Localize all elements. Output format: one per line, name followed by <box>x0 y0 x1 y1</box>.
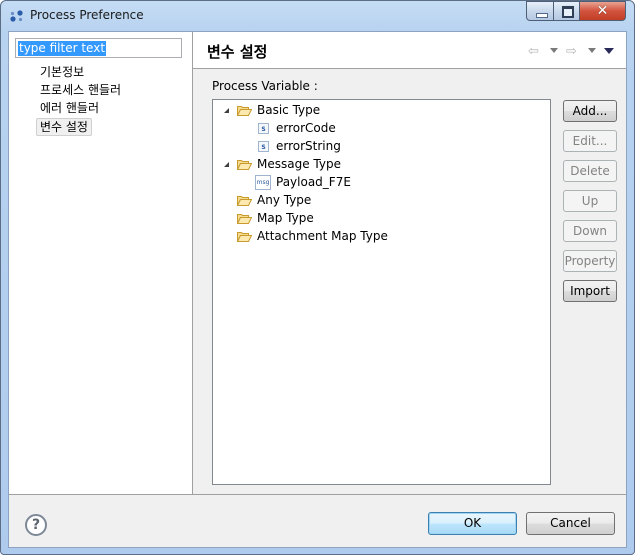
tree-node-label: Any Type <box>257 193 312 207</box>
expanded-triangle-icon[interactable] <box>224 162 229 167</box>
tree-node-label: errorString <box>276 139 341 153</box>
folder-open-icon <box>237 196 252 206</box>
view-menu-icon[interactable] <box>604 48 614 54</box>
tree-node-label: errorCode <box>276 121 336 135</box>
preference-sidebar: type filter text 기본정보 프로세스 핸들러 에러 핸들러 변수… <box>9 32 193 494</box>
sidebar-item-error-handler[interactable]: 에러 핸들러 <box>37 100 102 116</box>
folder-open-icon <box>237 160 252 170</box>
close-icon: ✕ <box>596 3 609 19</box>
close-button[interactable]: ✕ <box>579 1 626 21</box>
expanded-triangle-icon[interactable] <box>224 108 229 113</box>
ok-button[interactable]: OK <box>428 512 517 535</box>
window-title: Process Preference <box>30 8 144 22</box>
tree-node-label: Message Type <box>257 157 341 171</box>
maximize-button[interactable] <box>553 1 580 21</box>
tree-node-message-type[interactable]: Message Type <box>213 155 543 173</box>
add-button[interactable]: Add... <box>563 100 617 122</box>
filter-input-text: type filter text <box>18 41 107 56</box>
delete-button[interactable]: Delete <box>563 160 617 182</box>
import-button[interactable]: Import <box>563 280 617 302</box>
folder-open-icon <box>237 232 252 242</box>
sidebar-item-process-handler[interactable]: 프로세스 핸들러 <box>37 82 124 98</box>
help-icon[interactable]: ? <box>25 514 47 536</box>
tree-node-any-type[interactable]: Any Type <box>213 191 543 209</box>
app-icon <box>10 10 23 22</box>
tree-node-basic-type[interactable]: Basic Type <box>213 101 543 119</box>
process-preference-dialog: Process Preference ✕ type filter text 기본… <box>0 0 635 555</box>
sidebar-item-basic-info[interactable]: 기본정보 <box>37 64 87 80</box>
forward-arrow-icon[interactable]: ⇨ <box>566 44 577 59</box>
up-button[interactable]: Up <box>563 190 617 212</box>
back-history-dropdown-icon[interactable] <box>550 48 558 53</box>
tree-node-error-code[interactable]: s errorCode <box>213 119 543 137</box>
edit-button[interactable]: Edit... <box>563 130 617 152</box>
folder-open-icon <box>237 106 252 116</box>
process-variable-label: Process Variable : <box>212 79 318 93</box>
tree-node-map-type[interactable]: Map Type <box>213 209 543 227</box>
forward-history-dropdown-icon[interactable] <box>588 48 596 53</box>
message-variable-icon: msg <box>255 175 271 190</box>
preference-page: 변수 설정 ⇦ ⇨ Process Variable : Basic Type … <box>193 32 626 494</box>
tree-node-attachment-map-type[interactable]: Attachment Map Type <box>213 227 543 245</box>
dialog-footer: ? OK Cancel <box>9 494 626 550</box>
title-bar[interactable]: Process Preference ✕ <box>1 1 634 31</box>
tree-node-label: Basic Type <box>257 103 321 117</box>
tree-node-label: Map Type <box>257 211 314 225</box>
sidebar-item-variable-settings[interactable]: 변수 설정 <box>36 118 92 136</box>
page-header: 변수 설정 ⇦ ⇨ <box>193 32 626 69</box>
back-arrow-icon[interactable]: ⇦ <box>528 44 539 59</box>
tree-node-payload[interactable]: msg Payload_F7E <box>213 173 543 191</box>
property-button[interactable]: Property <box>563 250 617 272</box>
string-variable-icon: s <box>258 123 269 134</box>
minimize-button[interactable] <box>526 1 554 21</box>
tree-node-error-string[interactable]: s errorString <box>213 137 543 155</box>
down-button[interactable]: Down <box>563 220 617 242</box>
tree-node-label: Payload_F7E <box>276 175 351 189</box>
tree-node-label: Attachment Map Type <box>257 229 388 243</box>
folder-open-icon <box>237 214 252 224</box>
filter-input[interactable]: type filter text <box>15 38 182 58</box>
variable-tree[interactable]: Basic Type s errorCode s errorString Mes… <box>212 99 551 485</box>
page-title: 변수 설정 <box>207 43 268 61</box>
dialog-body: type filter text 기본정보 프로세스 핸들러 에러 핸들러 변수… <box>8 31 627 548</box>
cancel-button[interactable]: Cancel <box>526 512 615 535</box>
string-variable-icon: s <box>258 141 269 152</box>
